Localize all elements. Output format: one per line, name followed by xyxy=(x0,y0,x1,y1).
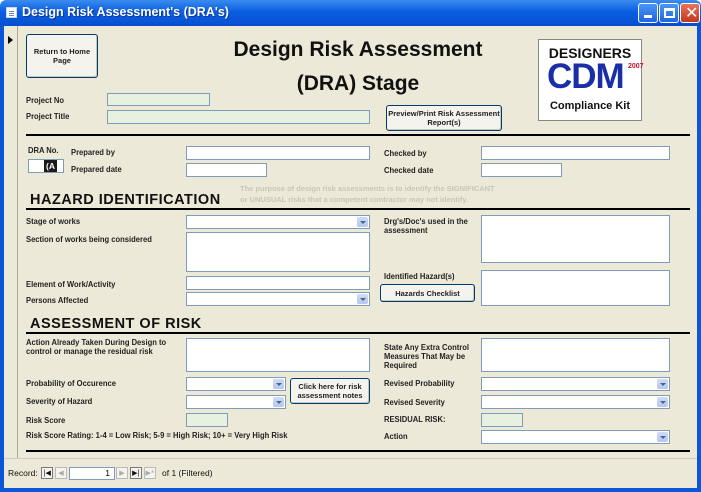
revised-severity-dropdown[interactable] xyxy=(481,395,670,409)
record-count-text: of 1 (Filtered) xyxy=(162,468,213,478)
return-home-button[interactable]: Return to Home Page xyxy=(26,34,98,78)
revised-probability-label: Revised Probability xyxy=(384,379,455,388)
drgs-docs-field[interactable] xyxy=(481,215,670,263)
element-of-work-field[interactable] xyxy=(186,276,370,290)
risk-score-field[interactable] xyxy=(186,413,228,427)
revised-probability-dropdown[interactable] xyxy=(481,377,670,391)
logo-year: 2007 xyxy=(628,63,644,70)
drgs-docs-label: Drg's/Doc's used in the assessment xyxy=(384,217,468,235)
first-record-button[interactable]: |◀ xyxy=(41,467,53,479)
title-bar[interactable]: Design Risk Assessment's (DRA's) ✕ xyxy=(0,0,701,26)
window-frame-bottom xyxy=(0,488,701,492)
preview-print-report-button[interactable]: Preview/Print Risk Assessment Report(s) xyxy=(386,105,502,131)
project-no-label: Project No xyxy=(26,96,65,105)
residual-risk-field[interactable] xyxy=(481,413,523,427)
chevron-down-icon[interactable] xyxy=(357,294,368,304)
dra-no-field[interactable]: (A xyxy=(28,159,64,173)
next-record-button[interactable]: ▶ xyxy=(116,467,128,479)
logo-line2: CDM xyxy=(547,57,625,96)
section-of-works-label: Section of works being considered xyxy=(26,235,152,244)
checked-date-field[interactable] xyxy=(481,163,562,177)
chevron-down-icon[interactable] xyxy=(657,379,668,389)
project-title-field[interactable] xyxy=(107,110,370,124)
close-icon: ✕ xyxy=(685,3,699,22)
chevron-down-icon[interactable] xyxy=(657,397,668,407)
project-no-field[interactable] xyxy=(107,93,210,106)
severity-label: Severity of Hazard xyxy=(26,397,93,406)
identified-hazards-label: Identified Hazard(s) xyxy=(384,272,455,281)
form-icon xyxy=(6,7,17,18)
risk-assessment-notes-button[interactable]: Click here for risk assessment notes xyxy=(290,378,370,404)
action-dropdown[interactable] xyxy=(481,430,670,444)
dra-form: Return to Home Page Design Risk Assessme… xyxy=(18,26,697,458)
purpose-text-line1: The purpose of design risk assessments i… xyxy=(240,184,495,193)
chevron-down-icon[interactable] xyxy=(657,432,668,442)
project-title-label: Project Title xyxy=(26,112,70,121)
record-navigation-bar: Record: |◀ ◀ 1 ▶ ▶| ▶* of 1 (Filtered) xyxy=(4,458,697,488)
probability-label: Probability of Occurence xyxy=(26,379,116,388)
chevron-down-icon[interactable] xyxy=(357,217,368,227)
prepared-by-field[interactable] xyxy=(186,146,370,160)
window-frame-right xyxy=(697,26,701,492)
dra-no-label: DRA No. xyxy=(28,146,59,155)
residual-risk-label: RESIDUAL RISK: xyxy=(384,415,446,424)
risk-score-label: Risk Score xyxy=(26,416,66,425)
maximize-icon xyxy=(664,8,675,18)
window-title: Design Risk Assessment's (DRA's) xyxy=(22,5,229,19)
probability-dropdown[interactable] xyxy=(186,377,286,391)
checked-date-label: Checked date xyxy=(384,166,434,175)
maximize-button[interactable] xyxy=(659,3,679,23)
risk-score-rating-text: Risk Score Rating: 1-4 = Low Risk; 5-9 =… xyxy=(26,431,288,440)
action-taken-field[interactable] xyxy=(186,338,370,372)
prepared-by-label: Prepared by xyxy=(71,148,115,157)
minimize-button[interactable] xyxy=(638,3,658,23)
severity-dropdown[interactable] xyxy=(186,395,286,409)
designers-cdm-logo: DESIGNERS CDM 2007 Compliance Kit xyxy=(538,39,644,121)
identified-hazards-field[interactable] xyxy=(481,270,670,306)
minimize-icon xyxy=(644,15,652,18)
close-button[interactable]: ✕ xyxy=(680,3,700,23)
current-record-arrow-icon xyxy=(8,36,13,44)
persons-affected-label: Persons Affected xyxy=(26,296,89,305)
persons-affected-dropdown[interactable] xyxy=(186,292,370,306)
stage-of-works-dropdown[interactable] xyxy=(186,215,370,229)
element-of-work-label: Element of Work/Activity xyxy=(26,280,116,289)
extra-control-measures-label: State Any Extra Control Measures That Ma… xyxy=(384,343,470,370)
hazards-checklist-button[interactable]: Hazards Checklist xyxy=(380,284,475,302)
page-subtitle: (DRA) Stage xyxy=(296,72,420,95)
chevron-down-icon[interactable] xyxy=(273,397,284,407)
extra-control-measures-field[interactable] xyxy=(481,338,670,372)
logo-line3: Compliance Kit xyxy=(549,100,631,112)
action-taken-label: Action Already Taken During Design to co… xyxy=(26,338,167,356)
current-record-field[interactable]: 1 xyxy=(69,467,115,480)
action-label: Action xyxy=(384,432,408,441)
divider xyxy=(26,450,690,452)
stage-of-works-label: Stage of works xyxy=(26,217,81,226)
section-of-works-field[interactable] xyxy=(186,232,370,272)
hazard-identification-heading: HAZARD IDENTIFICATION xyxy=(30,192,221,208)
page-title: Design Risk Assessment xyxy=(233,38,483,61)
prepared-date-field[interactable] xyxy=(186,163,267,177)
record-selector[interactable] xyxy=(4,26,18,458)
last-record-button[interactable]: ▶| xyxy=(130,467,142,479)
checked-by-field[interactable] xyxy=(481,146,670,160)
divider xyxy=(26,134,690,136)
assessment-of-risk-heading: ASSESSMENT OF RISK xyxy=(30,316,202,332)
divider xyxy=(26,208,690,210)
previous-record-button[interactable]: ◀ xyxy=(55,467,67,479)
new-record-button[interactable]: ▶* xyxy=(144,467,156,479)
revised-severity-label: Revised Severity xyxy=(384,398,445,407)
dra-no-value: (A xyxy=(44,160,57,172)
record-label: Record: xyxy=(8,468,38,478)
checked-by-label: Checked by xyxy=(384,149,427,158)
purpose-text-line2: or UNUSUAL risks that a competent contra… xyxy=(240,195,469,204)
prepared-date-label: Prepared date xyxy=(71,165,122,174)
chevron-down-icon[interactable] xyxy=(273,379,284,389)
divider xyxy=(26,332,690,334)
